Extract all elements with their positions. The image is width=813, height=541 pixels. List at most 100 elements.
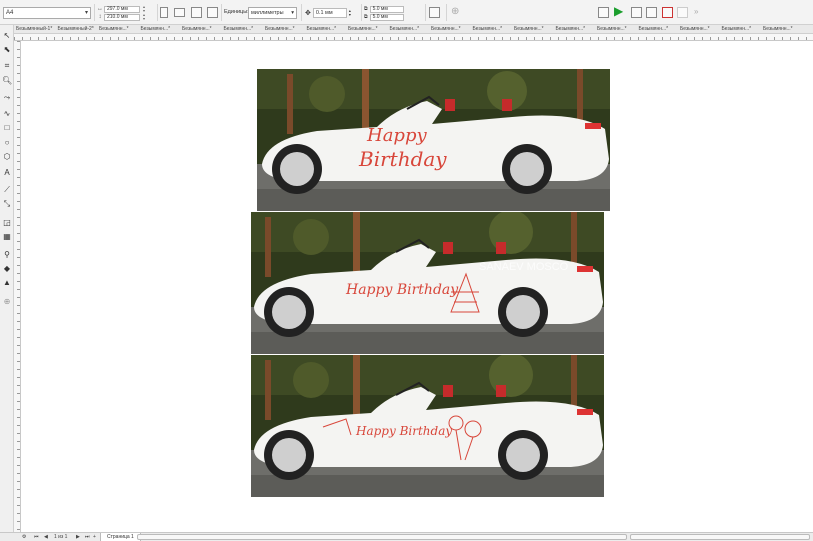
nudge-spinner[interactable]: ▴ ▾ — [349, 9, 351, 17]
page-size-value: A4 — [6, 10, 14, 16]
doc-tab[interactable]: Безымянн...* — [180, 26, 222, 32]
doc-tab[interactable]: Безымянн...* — [512, 26, 554, 32]
pick-tool-icon[interactable]: ↖ — [2, 31, 12, 41]
toolbox: ↖ ⬉ ⌗ 🔍︎ ⤳ ∿ □ ○ ⬡ A ⟋ ⤡ ◲ ▦ ⚲ ◆ ▲ ⊕ — [0, 25, 14, 532]
doc-tab[interactable]: Безымянн...* — [346, 26, 388, 32]
eyedropper-icon[interactable]: ⚲ — [2, 250, 12, 260]
treat-as-filled-icon[interactable] — [429, 7, 440, 18]
units-select[interactable]: миллиметры ▾ — [248, 7, 297, 19]
fullscreen-preview-icon[interactable] — [598, 7, 609, 18]
height-spinner[interactable]: ▴ ▾ — [140, 13, 148, 21]
chevron-down-icon: ▾ — [291, 10, 294, 16]
add-page-icon[interactable]: + — [93, 534, 96, 540]
doc-tab[interactable]: Безымянн...* — [139, 26, 181, 32]
current-page-icon[interactable] — [207, 7, 218, 18]
horizontal-scrollbar[interactable] — [137, 534, 627, 540]
portrait-icon[interactable] — [160, 7, 168, 18]
ellipse-tool-icon[interactable]: ○ — [2, 138, 12, 148]
interactive-fill-icon[interactable]: ◆ — [2, 264, 12, 274]
horizontal-scrollbar-thumb[interactable] — [630, 534, 810, 540]
shape-tool-icon[interactable]: ⬉ — [2, 45, 12, 55]
doc-tab[interactable]: Безымянн...* — [554, 26, 596, 32]
status-bar: ⚙ ⏮ ◀ 1 из 1 ▶ ⏭ + Страница 1 — [0, 532, 813, 541]
units-value: миллиметры — [251, 10, 284, 16]
doc-tab[interactable]: Безымянн...* — [263, 26, 305, 32]
horizontal-ruler[interactable] — [14, 34, 813, 41]
doc-tab[interactable]: Безымянн...* — [97, 26, 139, 32]
units-label: Единицы: — [224, 9, 249, 15]
car-photo-1[interactable]: Happy Birthday — [257, 69, 610, 211]
chart-icon[interactable] — [646, 7, 657, 18]
first-page-icon[interactable]: ⏮ — [34, 534, 39, 540]
nudge-distance: ✥ 0.1 мм ▴ ▾ — [305, 7, 357, 19]
watermark-text: SANAEV MOSCO — [479, 261, 569, 273]
nudge-icon: ✥ — [305, 10, 311, 17]
chevron-down-icon: ▾ — [84, 10, 88, 16]
car-photo-3-image: Happy Birthday — [251, 355, 604, 497]
car-photo-3[interactable]: Happy Birthday — [251, 355, 604, 497]
stop-icon[interactable] — [662, 7, 673, 18]
transparency-icon[interactable]: ▦ — [2, 232, 12, 242]
doc-tab[interactable]: Безымянн...* — [305, 26, 347, 32]
doc-tab[interactable]: Безымянн...* — [429, 26, 471, 32]
height-icon: ↕ — [98, 14, 102, 20]
doc-tab[interactable]: Безымянн...* — [595, 26, 637, 32]
page-settings-icon[interactable]: ⚙ — [22, 534, 26, 540]
car-1-caption-line1: Happy — [366, 125, 427, 146]
add-tool-icon[interactable]: ⊕ — [2, 297, 12, 307]
dup-x-icon: ⧉ — [364, 6, 368, 12]
next-page-icon[interactable]: ▶ — [76, 534, 80, 540]
rectangle-tool-icon[interactable]: □ — [2, 123, 12, 133]
doc-tab[interactable]: Безымянн...* — [761, 26, 803, 32]
car-2-caption: Happy Birthday — [345, 282, 459, 298]
export-icon[interactable] — [631, 7, 642, 18]
more-icon[interactable]: » — [694, 7, 698, 16]
freehand-tool-icon[interactable]: ⤳ — [2, 93, 12, 103]
page-tab[interactable]: Страница 1 — [100, 533, 141, 541]
document-tabs: ⌂ Безымянный-1* Безымянный-2* Безымянн..… — [0, 25, 813, 34]
smart-fill-icon[interactable]: ▲ — [2, 278, 12, 288]
car-photo-2[interactable]: Happy Birthday SANAEV MOSCO — [251, 212, 604, 354]
dup-x-field[interactable]: 5.0 мм — [369, 5, 404, 13]
page-width-field[interactable]: 297.0 мм — [104, 5, 140, 13]
doc-tab[interactable]: Безымянн...* — [388, 26, 430, 32]
car-3-caption: Happy Birthday — [355, 424, 452, 438]
doc-tab[interactable]: Безымянн...* — [471, 26, 513, 32]
add-icon[interactable]: ⊕ — [451, 6, 459, 17]
car-photo-2-image: Happy Birthday SANAEV MOSCO — [251, 212, 604, 354]
connector-tool-icon[interactable]: ⤡ — [2, 199, 12, 209]
car-1-caption-line2: Birthday — [358, 147, 447, 171]
dup-y-field[interactable]: 5.0 мм — [369, 13, 404, 21]
page-counter: 1 из 1 — [54, 534, 68, 540]
doc-tab[interactable]: Безымянный-2* — [56, 26, 98, 32]
all-pages-icon[interactable] — [191, 7, 202, 18]
doc-tab[interactable]: Безымянн...* — [222, 26, 264, 32]
zoom-tool-icon[interactable]: 🔍︎ — [2, 76, 12, 86]
doc-tab[interactable]: Безымянн...* — [720, 26, 762, 32]
text-tool-icon[interactable]: A — [2, 168, 12, 178]
prev-page-icon[interactable]: ◀ — [44, 534, 48, 540]
duplicate-distance: ⧉ 5.0 мм ⧉ 5.0 мм — [364, 5, 412, 22]
drop-shadow-icon[interactable]: ◲ — [2, 218, 12, 228]
nudge-field[interactable]: 0.1 мм — [312, 8, 347, 18]
artistic-media-icon[interactable]: ∿ — [2, 109, 12, 119]
doc-tab[interactable]: Безымянн...* — [678, 26, 720, 32]
landscape-icon[interactable] — [174, 8, 185, 17]
drawing-canvas[interactable]: Happy Birthday Happy Birthday SANAEV MOS… — [22, 42, 813, 532]
doc-tab[interactable]: Безымянный-1* — [14, 26, 56, 32]
polygon-tool-icon[interactable]: ⬡ — [2, 152, 12, 162]
page-dimensions: ↔ 297.0 мм ▴ ▾ ↕ 210.0 мм ▴ ▾ — [96, 5, 154, 22]
options-icon[interactable] — [677, 7, 688, 18]
run-icon[interactable]: ▶ — [614, 4, 623, 18]
vertical-ruler[interactable] — [14, 41, 21, 532]
property-bar: A4 ▾ ↔ 297.0 мм ▴ ▾ ↕ 210.0 мм ▴ ▾ Единицы… — [0, 0, 813, 25]
car-photo-1-image: Happy Birthday — [257, 69, 610, 211]
crop-tool-icon[interactable]: ⌗ — [2, 61, 12, 71]
page-size-select[interactable]: A4 ▾ — [3, 7, 91, 19]
page-height-field[interactable]: 210.0 мм — [104, 13, 140, 21]
width-icon: ↔ — [97, 6, 103, 12]
last-page-icon[interactable]: ⏭ — [85, 534, 90, 540]
parallel-dimension-icon[interactable]: ⟋ — [2, 185, 12, 195]
doc-tab[interactable]: Безымянн...* — [637, 26, 679, 32]
dup-y-icon: ⧉ — [364, 14, 368, 20]
